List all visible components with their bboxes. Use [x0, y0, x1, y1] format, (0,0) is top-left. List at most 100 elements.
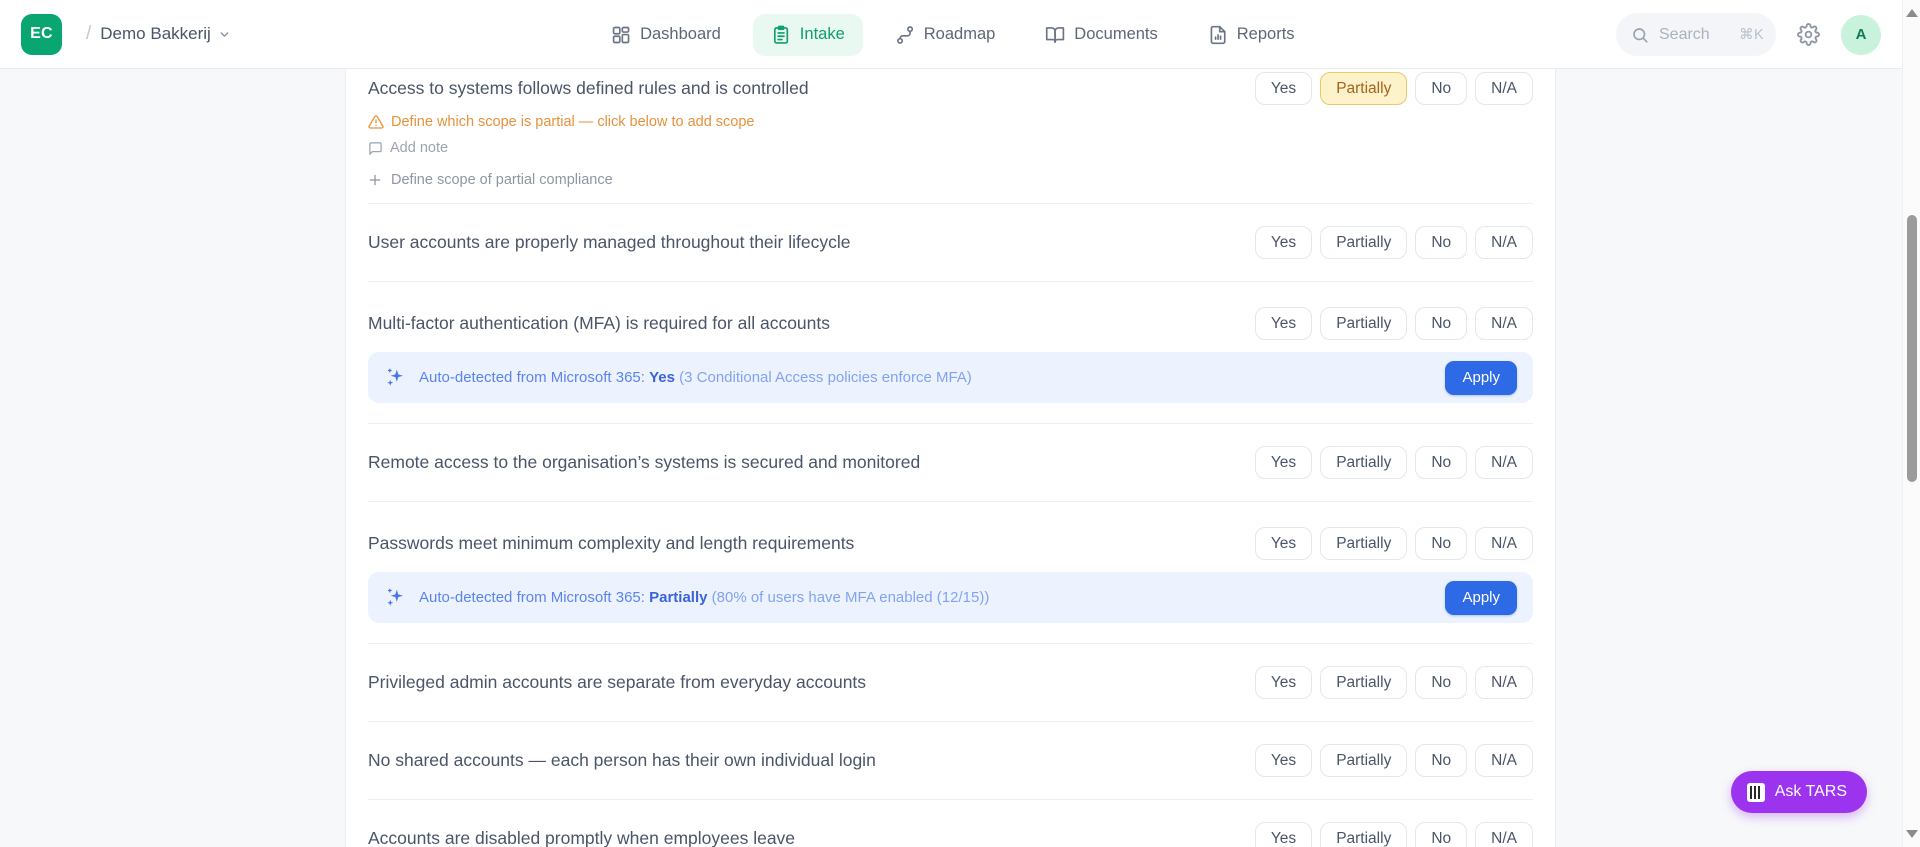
question-text: User accounts are properly managed throu… [368, 232, 851, 252]
nav-dashboard[interactable]: Dashboard [593, 14, 739, 56]
answer-na-button[interactable]: N/A [1475, 666, 1533, 699]
question-row: Multi-factor authentication (MFA) is req… [368, 282, 1533, 424]
auto-detect-detail: (80% of users have MFA enabled (12/15)) [711, 589, 990, 606]
auto-detect-text: Auto-detected from Microsoft 365: Yes (3… [419, 369, 1432, 386]
search-input[interactable] [1659, 25, 1729, 44]
answer-no-button[interactable]: No [1415, 666, 1468, 699]
answer-partially-button[interactable]: Partially [1320, 446, 1408, 479]
question-row: Passwords meet minimum complexity and le… [368, 502, 1533, 644]
app-logo[interactable]: EC [21, 13, 62, 55]
answer-na-button[interactable]: N/A [1475, 446, 1533, 479]
add-note-button[interactable]: Add note [368, 140, 448, 156]
answer-partially-button[interactable]: Partially [1320, 72, 1408, 105]
answer-yes-button[interactable]: Yes [1254, 666, 1313, 699]
chevron-down-icon [220, 31, 229, 37]
search-shortcut: ⌘K [1739, 26, 1765, 43]
answer-partially-button[interactable]: Partially [1320, 666, 1408, 699]
clipboard-icon [773, 25, 788, 44]
scroll-down-arrow-icon[interactable] [1906, 830, 1918, 838]
answer-partially-button[interactable]: Partially [1320, 822, 1408, 847]
nav-label: Intake [799, 25, 845, 43]
auto-detect-detail: (3 Conditional Access policies enforce M… [679, 369, 972, 386]
tars-robot-icon [1746, 782, 1765, 802]
user-avatar[interactable]: A [1841, 14, 1881, 55]
intake-question-list: Access to systems follows defined rules … [345, 69, 1556, 847]
breadcrumb: / Demo Bakkerij [86, 23, 231, 45]
org-name: Demo Bakkerij [100, 24, 211, 43]
nav-roadmap[interactable]: Roadmap [877, 14, 1014, 56]
answer-group: Yes Partially No N/A [1254, 226, 1533, 259]
answer-no-button[interactable]: No [1415, 226, 1468, 259]
answer-no-button[interactable]: No [1415, 307, 1468, 340]
question-text: Multi-factor authentication (MFA) is req… [368, 313, 830, 333]
book-open-icon [1046, 26, 1065, 43]
org-switcher[interactable]: Demo Bakkerij [100, 24, 231, 44]
report-chart-icon [1210, 25, 1226, 44]
answer-na-button[interactable]: N/A [1475, 822, 1533, 847]
nav-intake[interactable]: Intake [752, 13, 863, 56]
answer-no-button[interactable]: No [1415, 72, 1468, 105]
apply-button[interactable]: Apply [1445, 360, 1517, 395]
top-bar: EC / Demo Bakkerij Dashboard Intake Road… [0, 0, 1920, 69]
question-text: Passwords meet minimum complexity and le… [368, 533, 855, 553]
partial-scope-warning: Define which scope is partial — click be… [368, 114, 1533, 130]
question-row: Privileged admin accounts are separate f… [368, 644, 1533, 722]
app-window: EC / Demo Bakkerij Dashboard Intake Road… [0, 0, 1920, 847]
auto-detect-prefix: Auto-detected from Microsoft 365: [419, 589, 645, 606]
answer-na-button[interactable]: N/A [1475, 307, 1533, 340]
nav-label: Roadmap [923, 25, 996, 43]
warning-triangle-icon [368, 115, 384, 129]
question-row: User accounts are properly managed throu… [368, 204, 1533, 282]
answer-na-button[interactable]: N/A [1475, 226, 1533, 259]
question-text: Access to systems follows defined rules … [368, 78, 809, 98]
ai-sparkle-icon [387, 368, 403, 386]
answer-yes-button[interactable]: Yes [1254, 822, 1313, 847]
search-box[interactable]: ⌘K [1616, 13, 1776, 56]
ai-sparkle-icon [387, 588, 403, 606]
answer-no-button[interactable]: No [1415, 822, 1468, 847]
search-icon [1633, 27, 1648, 43]
answer-partially-button[interactable]: Partially [1320, 527, 1408, 560]
ask-tars-label: Ask TARS [1774, 783, 1847, 800]
auto-detect-value: Partially [649, 589, 708, 606]
answer-no-button[interactable]: No [1415, 446, 1468, 479]
question-row: Access to systems follows defined rules … [368, 69, 1533, 204]
answer-partially-button[interactable]: Partially [1320, 744, 1408, 777]
header-actions: ⌘K A [1616, 0, 1881, 69]
answer-group: Yes Partially No N/A [1254, 527, 1533, 560]
nav-reports[interactable]: Reports [1190, 14, 1313, 56]
answer-yes-button[interactable]: Yes [1254, 307, 1313, 340]
ask-tars-button[interactable]: Ask TARS [1730, 771, 1867, 813]
define-scope-label: Define scope of partial compliance [391, 172, 613, 188]
vertical-scrollbar[interactable] [1902, 0, 1920, 847]
answer-yes-button[interactable]: Yes [1254, 446, 1313, 479]
define-scope-button[interactable]: Define scope of partial compliance [368, 172, 613, 188]
breadcrumb-separator: / [86, 23, 92, 44]
add-note-label: Add note [390, 140, 449, 156]
answer-group: Yes Partially No N/A [1254, 307, 1533, 340]
settings-button[interactable] [1797, 23, 1820, 46]
question-row: Accounts are disabled promptly when empl… [368, 800, 1533, 847]
gear-icon [1797, 23, 1820, 46]
scroll-up-arrow-icon[interactable] [1906, 9, 1918, 17]
apply-button[interactable]: Apply [1445, 580, 1517, 615]
answer-yes-button[interactable]: Yes [1254, 527, 1313, 560]
scrollbar-thumb[interactable] [1907, 215, 1917, 482]
answer-partially-button[interactable]: Partially [1320, 226, 1408, 259]
answer-na-button[interactable]: N/A [1475, 72, 1533, 105]
answer-no-button[interactable]: No [1415, 527, 1468, 560]
auto-detect-prefix: Auto-detected from Microsoft 365: [419, 369, 645, 386]
answer-yes-button[interactable]: Yes [1254, 226, 1313, 259]
main-nav: Dashboard Intake Roadmap Documents Repor… [593, 0, 1312, 69]
nav-documents[interactable]: Documents [1027, 14, 1175, 56]
answer-yes-button[interactable]: Yes [1254, 744, 1313, 777]
answer-na-button[interactable]: N/A [1475, 744, 1533, 777]
auto-detect-text: Auto-detected from Microsoft 365: Partia… [419, 589, 1432, 606]
auto-detect-value: Yes [649, 369, 675, 386]
answer-na-button[interactable]: N/A [1475, 527, 1533, 560]
answer-no-button[interactable]: No [1415, 744, 1468, 777]
answer-partially-button[interactable]: Partially [1320, 307, 1408, 340]
nav-label: Documents [1074, 25, 1158, 43]
answer-yes-button[interactable]: Yes [1254, 72, 1313, 105]
auto-detect-banner: Auto-detected from Microsoft 365: Partia… [368, 572, 1533, 623]
